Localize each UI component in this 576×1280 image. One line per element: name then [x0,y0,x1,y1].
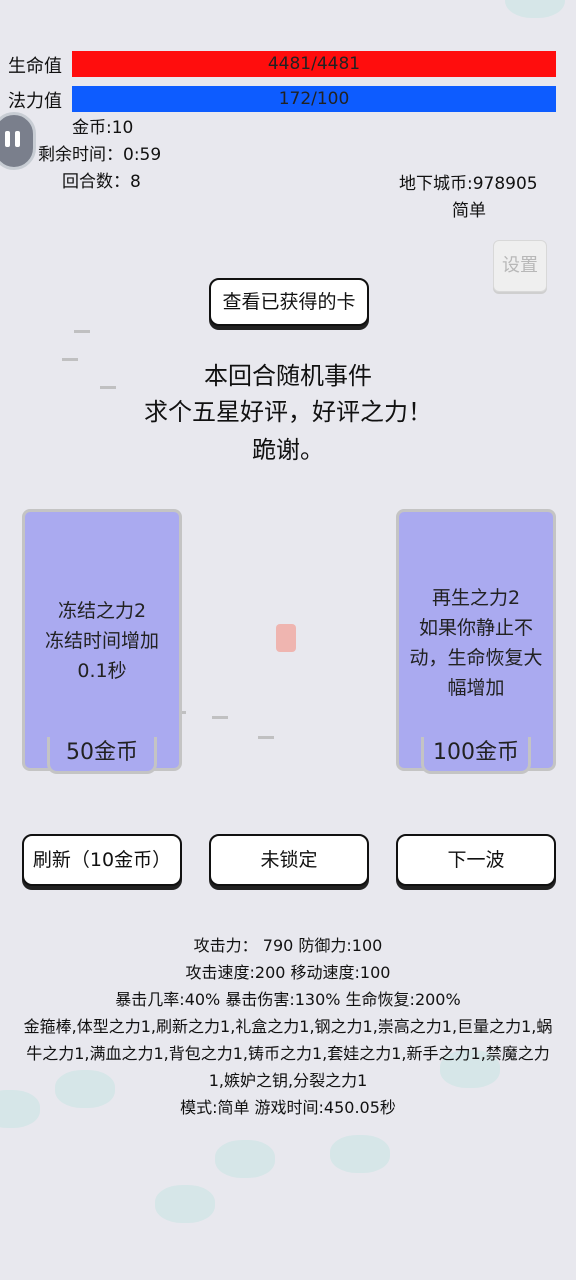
mp-bar: 172/100 [72,86,556,112]
slime-sprite [155,1185,215,1223]
gold-count: 金币:10 [72,118,134,138]
stats-speed: 攻击速度:200 移动速度:100 [185,963,391,982]
event-message-2: 跪谢。 [252,436,324,464]
round-count: 回合数：8 [62,172,141,192]
card-desc: 动，生命恢复大 [409,647,543,669]
dungeon-coins: 地下城币:978905 [399,174,538,194]
card-freeze[interactable]: 冻结之力2 冻结时间增加 0.1秒 50金币 [22,509,182,774]
hp-bar: 4481/4481 [72,51,556,77]
slime-sprite [330,1135,390,1173]
pause-icon [5,131,10,147]
crown-sprite [258,728,274,739]
card-name: 再生之力2 [431,587,521,609]
view-cards-button[interactable]: 查看已获得的卡 [209,278,369,326]
card-desc: 0.1秒 [77,660,127,682]
pause-button[interactable] [0,112,36,170]
stats-crit-regen: 暴击几率:40% 暴击伤害:130% 生命恢复:200% [115,990,461,1009]
mp-value: 172/100 [278,89,350,109]
time-left: 剩余时间：0:59 [38,145,162,165]
slime-sprite [505,0,565,18]
stats-attack-defense: 攻击力： 790 防御力:100 [193,936,383,955]
card-desc: 如果你静止不 [418,617,533,639]
next-wave-button[interactable]: 下一波 [396,834,556,886]
player-sprite [276,624,296,652]
crown-sprite [74,322,90,333]
hp-label: 生命值 [8,56,62,77]
mode-gametime: 模式:简单 游戏时间:450.05秒 [180,1098,396,1117]
card-price: 100金币 [421,737,531,774]
crown-sprite [212,708,228,719]
card-desc: 幅增加 [447,677,505,699]
event-title: 本回合随机事件 [204,362,372,390]
difficulty-label: 简单 [452,201,486,221]
lock-button[interactable]: 未锁定 [209,834,369,886]
event-message: 求个五星好评，好评之力！ [144,398,432,426]
hp-value: 4481/4481 [267,54,361,74]
card-desc: 冻结时间增加 [44,630,159,652]
pause-icon [15,131,20,147]
settings-button[interactable]: 设置 [493,240,547,292]
slime-sprite [215,1140,275,1178]
card-name: 冻结之力2 [57,600,147,622]
mp-label: 法力值 [8,91,62,112]
card-regen[interactable]: 再生之力2 如果你静止不 动，生命恢复大 幅增加 100金币 [396,509,556,774]
card-price: 50金币 [47,737,157,774]
refresh-button[interactable]: 刷新（10金币） [22,834,182,886]
owned-items: 金箍棒,体型之力1,刷新之力1,礼盒之力1,钢之力1,崇高之力1,巨量之力1,蜗… [23,1017,553,1090]
